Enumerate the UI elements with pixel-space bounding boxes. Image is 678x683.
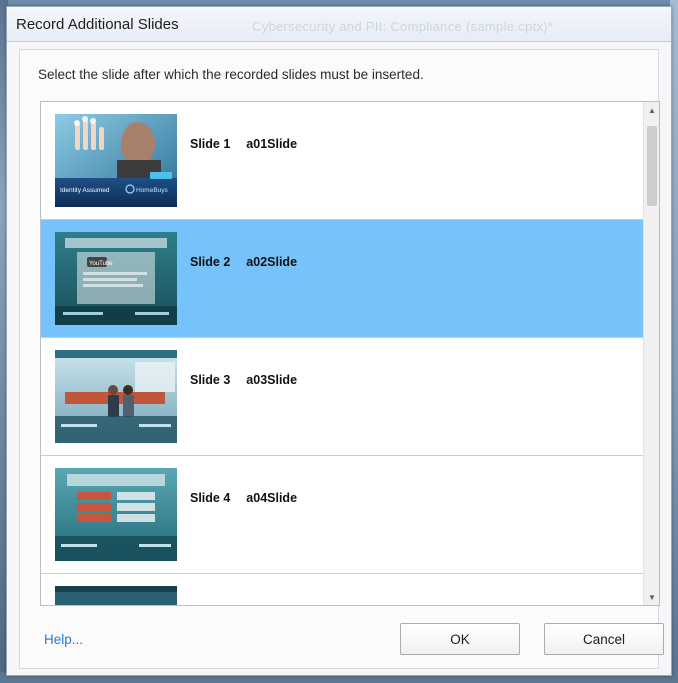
ok-button[interactable]: OK <box>400 623 520 655</box>
record-additional-slides-dialog: Record Additional Slides Cybersecurity a… <box>6 6 672 676</box>
slide-label-2: Slide 2 a02Slide <box>190 255 297 269</box>
thumb-caption-1: Identity Assumed <box>60 187 110 194</box>
scroll-down-arrow-icon[interactable]: ▼ <box>644 589 659 605</box>
instruction-text: Select the slide after which the recorde… <box>38 67 424 82</box>
slide-row-4[interactable]: Slide 4 a04Slide <box>41 456 643 574</box>
slide-number: Slide 2 <box>190 255 231 269</box>
slide-rows: Identity Assumed HomeBuys Slide 1 a01Slid… <box>41 102 643 605</box>
slide-name: a04Slide <box>246 491 298 505</box>
slide-row-partial[interactable] <box>41 574 643 605</box>
slide-list[interactable]: Identity Assumed HomeBuys Slide 1 a01Slid… <box>40 101 660 606</box>
slide-number: Slide 3 <box>190 373 231 387</box>
background-window-title: Cybersecurity and PII: Compliance (sampl… <box>252 19 554 34</box>
cancel-button[interactable]: Cancel <box>544 623 664 655</box>
slide-label-4: Slide 4 a04Slide <box>190 491 297 505</box>
thumb-brand-1: HomeBuys <box>136 187 169 194</box>
thumb-caption-2: YouTube <box>89 261 113 267</box>
slide-name: a02Slide <box>246 255 298 269</box>
slide-row-3[interactable]: Slide 3 a03Slide <box>41 338 643 456</box>
slide-label-3: Slide 3 a03Slide <box>190 373 297 387</box>
slide-name: a03Slide <box>246 373 298 387</box>
scrollbar-thumb[interactable] <box>647 126 657 206</box>
slide-thumbnail-2: YouTube <box>55 232 177 325</box>
scroll-up-arrow-icon[interactable]: ▲ <box>644 102 659 118</box>
slide-row-1[interactable]: Identity Assumed HomeBuys Slide 1 a01Slid… <box>41 102 643 220</box>
slide-thumbnail-4 <box>55 468 177 561</box>
slide-label-1: Slide 1 a01Slide <box>190 137 297 151</box>
dialog-title: Record Additional Slides <box>16 16 179 33</box>
title-bar[interactable]: Record Additional Slides Cybersecurity a… <box>7 7 671 42</box>
slide-number: Slide 1 <box>190 137 231 151</box>
slide-name: a01Slide <box>246 137 298 151</box>
slide-number: Slide 4 <box>190 491 231 505</box>
dialog-content: Select the slide after which the recorde… <box>19 49 664 669</box>
slide-row-2[interactable]: YouTube Slide 2 a02Slide <box>41 220 643 338</box>
slide-thumbnail-1: Identity Assumed HomeBuys <box>55 114 177 207</box>
slide-thumbnail-3 <box>55 350 177 443</box>
help-link[interactable]: Help... <box>44 632 83 647</box>
vertical-scrollbar[interactable]: ▲ ▼ <box>643 102 659 605</box>
slide-thumbnail-partial <box>55 586 177 605</box>
